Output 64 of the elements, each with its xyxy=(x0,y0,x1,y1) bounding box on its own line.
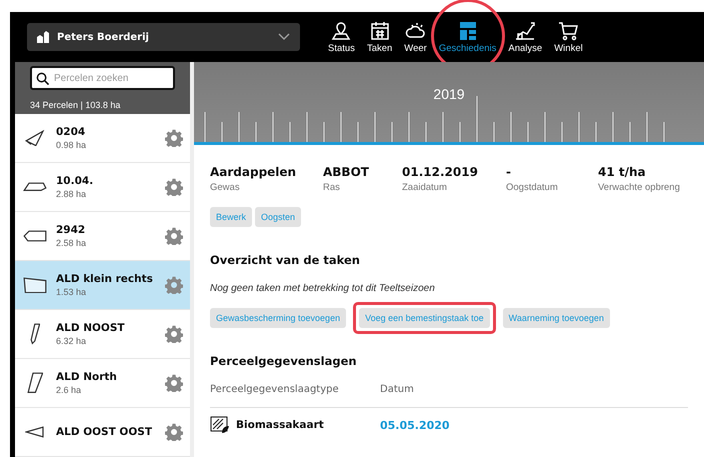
nav-tab[interactable]: Weer xyxy=(404,20,427,54)
section-title: Overzicht van de taken xyxy=(210,253,361,267)
nav-tab[interactable]: Analyse xyxy=(508,20,542,54)
parcel-area: 2.6 ha xyxy=(56,385,157,395)
crop-label: Verwachte opbreng xyxy=(598,182,681,193)
column-header: Perceelgegevenslaagtype xyxy=(210,384,340,395)
layer-type: Biomassakaart xyxy=(236,419,324,431)
crop-value: 01.12.2019 xyxy=(402,165,479,179)
search-field[interactable]: Percelen zoeken xyxy=(30,66,175,90)
parcel-name: ALD North xyxy=(56,371,118,383)
field-shape-icon xyxy=(26,372,44,394)
field-shape-icon xyxy=(30,323,40,345)
crop-label: Ras xyxy=(323,182,341,193)
field-shape-icon xyxy=(23,276,47,294)
parcel-area: 2.58 ha xyxy=(56,238,157,248)
crop-label: Oogstdatum xyxy=(506,182,559,193)
farm-selector[interactable]: Peters Boerderij xyxy=(27,23,300,51)
crop-label: Gewas xyxy=(210,182,241,193)
nav-tab[interactable]: Taken xyxy=(366,20,392,54)
parcel-area: 6.32 ha xyxy=(56,336,157,346)
calendar-icon xyxy=(368,20,391,40)
crop-value: - xyxy=(506,165,512,179)
search-icon xyxy=(36,72,49,85)
field-shape-icon xyxy=(23,230,47,242)
nav-tab[interactable]: Status xyxy=(328,20,355,54)
nav-tab[interactable]: Winkel xyxy=(554,20,583,54)
settings-icon[interactable] xyxy=(165,178,183,196)
parcel-area: 2.88 ha xyxy=(56,189,157,199)
column-header: Datum xyxy=(380,384,415,395)
field-shape-icon xyxy=(23,182,47,192)
chevron-down-icon xyxy=(278,33,290,41)
crop-value: ABBOT xyxy=(323,165,370,179)
weather-icon xyxy=(404,20,427,40)
settings-icon[interactable] xyxy=(165,227,183,245)
parcel-name: 10.04. xyxy=(56,175,94,187)
empty-message: Nog geen taken met betrekking tot dit Teeltseizoen xyxy=(210,283,436,294)
field-shape-icon xyxy=(25,130,45,146)
settings-icon[interactable] xyxy=(165,129,183,147)
parcel-area: 0.98 ha xyxy=(56,140,157,150)
settings-icon[interactable] xyxy=(165,374,183,392)
section-title: Perceelgegevenslagen xyxy=(210,354,358,368)
parcel-name: ALD klein rechts xyxy=(56,273,154,285)
farm-icon xyxy=(37,31,49,43)
crop-value: 41 t/ha xyxy=(598,165,647,179)
parcel-summary: 34 Percelen | 103.8 ha xyxy=(30,100,122,110)
crop-label: Zaaidatum xyxy=(402,182,448,193)
parcel-name: 2942 xyxy=(56,224,86,236)
map-pin-icon xyxy=(330,20,352,40)
parcel-name: ALD NOOST xyxy=(56,322,126,334)
parcel-name: 0204 xyxy=(56,126,86,138)
timeline-bar[interactable]: 2019 xyxy=(194,62,704,145)
settings-icon[interactable] xyxy=(165,423,183,441)
chart-icon xyxy=(514,20,536,40)
nav-tab[interactable]: Geschiedenis xyxy=(438,20,496,54)
settings-icon[interactable] xyxy=(165,325,183,343)
biomass-map-icon xyxy=(210,416,230,434)
field-shape-icon xyxy=(25,426,45,438)
timeline-year: 2019 xyxy=(433,86,465,102)
parcel-name: ALD OOST OOST xyxy=(56,426,153,438)
parcel-item[interactable]: ALD klein rechts 1.53 ha xyxy=(15,261,190,310)
cart-icon xyxy=(557,20,580,40)
parcel-area: 1.53 ha xyxy=(56,287,157,297)
settings-icon[interactable] xyxy=(165,276,183,294)
crop-value: Aardappelen xyxy=(210,165,298,179)
